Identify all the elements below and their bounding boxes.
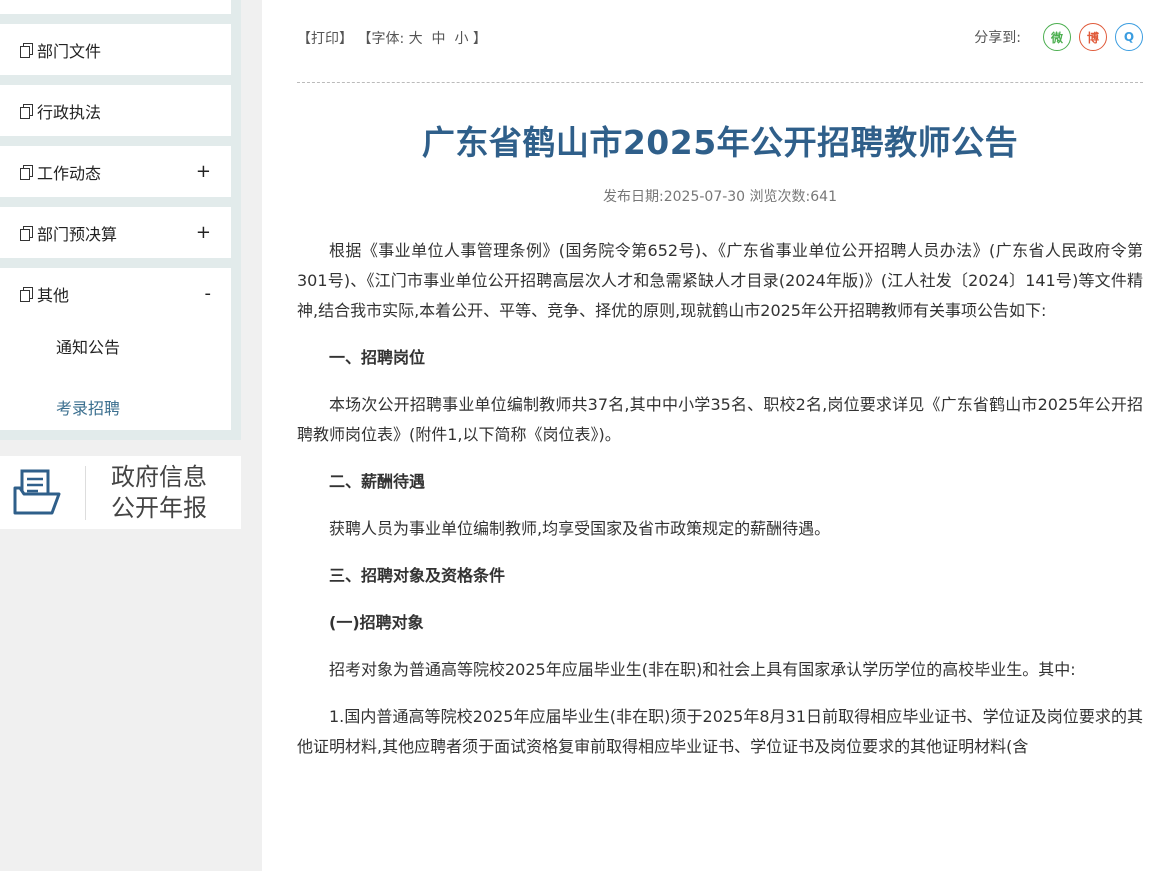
document-icon: [20, 286, 33, 302]
sidebar-item-label: 部门文件: [37, 41, 102, 61]
article-toolbar: 【打印】 【字体: 大 中 小 】: [297, 28, 487, 48]
article-paragraph: 获聘人员为事业单位编制教师,均享受国家及省市政策规定的薪酬待遇。: [329, 519, 831, 538]
folder-document-icon: [13, 469, 61, 515]
print-button[interactable]: 【打印】: [297, 31, 353, 47]
sidebar-item-label: 部门预决算: [37, 224, 118, 244]
font-medium-button[interactable]: 中: [432, 31, 446, 47]
sidebar-item-label: 工作动态: [37, 163, 102, 183]
report-divider: [85, 466, 86, 520]
wechat-share-icon[interactable]: 微: [1043, 23, 1071, 51]
expand-toggle[interactable]: +: [196, 161, 211, 182]
article-paragraph: 本场次公开招聘事业单位编制教师共37名,其中中小学35名、职校2名,岗位要求详见…: [297, 395, 1143, 444]
sidebar-item-budget[interactable]: 部门预决算 +: [0, 207, 231, 258]
annual-report-link[interactable]: 政府信息 公开年报: [0, 456, 241, 529]
weibo-share-icon[interactable]: 博: [1079, 23, 1107, 51]
section-heading: 三、招聘对象及资格条件: [329, 566, 506, 585]
document-icon: [20, 42, 33, 58]
article-paragraph: 招考对象为普通高等院校2025年应届毕业生(非在职)和社会上具有国家承认学历学位…: [329, 660, 1076, 679]
article-paragraph: 1.国内普通高等院校2025年应届毕业生(非在职)须于2025年8月31日前取得…: [297, 707, 1143, 756]
share-bar: 分享到: 微 博 Q: [974, 23, 1143, 51]
document-icon: [20, 225, 33, 241]
section-heading: 二、薪酬待遇: [329, 472, 426, 491]
font-size-prefix: 【字体:: [357, 31, 405, 47]
sidebar-item-label: 其他: [37, 285, 70, 305]
sidebar-item-previous[interactable]: [0, 0, 231, 14]
share-label: 分享到:: [974, 30, 1021, 46]
sidebar-subitem-recruitment[interactable]: 考录招聘: [56, 395, 120, 419]
section-heading: 一、招聘岗位: [329, 348, 426, 367]
article-panel: 【打印】 【字体: 大 中 小 】 分享到: 微 博 Q 广东省鹤山市2025年…: [262, 0, 1165, 871]
article-meta: 发布日期:2025-07-30 浏览次数:641: [603, 189, 837, 205]
article-body: 根据《事业单位人事管理条例》(国务院令第652号)、《广东省事业单位公开招聘人员…: [297, 236, 1143, 779]
collapse-toggle[interactable]: -: [205, 283, 212, 304]
sidebar-item-other[interactable]: 其他 -: [0, 268, 231, 319]
sidebar-subitem-notices[interactable]: 通知公告: [56, 334, 120, 358]
qq-share-icon[interactable]: Q: [1115, 23, 1143, 51]
subsection-heading: (一)招聘对象: [329, 613, 424, 632]
sidebar-item-work-news[interactable]: 工作动态 +: [0, 146, 231, 197]
article-paragraph: 根据《事业单位人事管理条例》(国务院令第652号)、《广东省事业单位公开招聘人员…: [297, 241, 1143, 320]
sidebar-nav: 部门文件 行政执法 工作动态 + 部门预决算 + 其他 - 通知公告 考录招聘: [0, 0, 241, 440]
font-size-suffix: 】: [472, 31, 487, 47]
sidebar-group-other: 其他 - 通知公告 考录招聘: [0, 268, 231, 430]
font-small-button[interactable]: 小: [454, 31, 468, 47]
annual-report-label: 政府信息 公开年报: [111, 463, 207, 522]
expand-toggle[interactable]: +: [196, 222, 211, 243]
sidebar-item-label: 行政执法: [37, 102, 102, 122]
document-icon: [20, 164, 33, 180]
font-large-button[interactable]: 大: [409, 31, 423, 47]
sidebar-item-department-docs[interactable]: 部门文件: [0, 24, 231, 75]
header-divider: [297, 82, 1143, 83]
sidebar: 部门文件 行政执法 工作动态 + 部门预决算 + 其他 - 通知公告 考录招聘: [0, 0, 241, 871]
document-icon: [20, 103, 33, 119]
sidebar-item-admin-enforcement[interactable]: 行政执法: [0, 85, 231, 136]
article-title: 广东省鹤山市2025年公开招聘教师公告: [421, 123, 1019, 162]
